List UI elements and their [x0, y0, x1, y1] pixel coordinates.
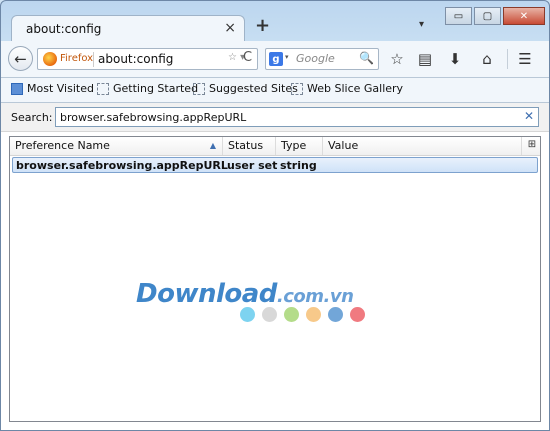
- column-header-type[interactable]: Type: [276, 137, 323, 155]
- search-label: Search:: [11, 111, 53, 124]
- config-search-row: Search: browser.safebrowsing.appRepURL ✕: [1, 103, 549, 132]
- bookmark-most-visited[interactable]: Most Visited: [11, 82, 94, 95]
- search-input[interactable]: Google: [296, 52, 335, 65]
- close-window-button[interactable]: ✕: [503, 7, 545, 25]
- watermark-dot: [240, 307, 255, 322]
- watermark-logo: Download.com.vn: [136, 279, 354, 309]
- clear-filter-icon[interactable]: ✕: [524, 109, 534, 123]
- url-bar[interactable]: Firefox about:config ☆ ▾ C: [37, 48, 258, 70]
- url-text[interactable]: about:config: [98, 52, 173, 66]
- about-config-page: Search: browser.safebrowsing.appRepURL ✕…: [1, 103, 549, 430]
- search-icon[interactable]: 🔍: [359, 51, 374, 65]
- google-engine-icon[interactable]: g: [269, 52, 283, 66]
- browser-window: about:config × + ▾ ▭ ▢ ✕ ← Firefox about…: [0, 0, 550, 431]
- toolbar-divider: [507, 49, 508, 69]
- bookmark-web-slice-gallery[interactable]: Web Slice Gallery: [291, 82, 403, 95]
- bookmark-label: Suggested Sites: [209, 82, 298, 95]
- filter-value[interactable]: browser.safebrowsing.appRepURL: [60, 111, 246, 124]
- column-header-status[interactable]: Status: [223, 137, 276, 155]
- watermark-dot: [350, 307, 365, 322]
- column-header-value[interactable]: Value: [323, 137, 522, 155]
- page-icon: [291, 82, 303, 95]
- watermark-dot: [262, 307, 277, 322]
- watermark-text: Download: [136, 279, 277, 309]
- cell-status: user set: [227, 159, 278, 172]
- column-label: Preference Name: [15, 139, 110, 152]
- reading-list-icon[interactable]: ▤: [415, 49, 435, 69]
- navigation-toolbar: ← Firefox about:config ☆ ▾ C g ▾ Google …: [1, 41, 549, 78]
- column-picker-icon[interactable]: ⊞: [526, 139, 538, 151]
- home-icon[interactable]: ⌂: [477, 49, 497, 69]
- tab-title: about:config: [26, 22, 102, 36]
- list-all-tabs-icon[interactable]: ▾: [419, 19, 424, 30]
- sort-ascending-icon: ▲: [209, 141, 216, 150]
- bookmark-suggested-sites[interactable]: Suggested Sites: [193, 82, 298, 95]
- maximize-button[interactable]: ▢: [474, 7, 501, 25]
- watermark-dot: [306, 307, 321, 322]
- column-header-preference-name[interactable]: Preference Name ▲: [10, 137, 223, 155]
- bookmark-label: Web Slice Gallery: [307, 82, 404, 95]
- new-tab-button[interactable]: +: [255, 15, 270, 36]
- bookmarks-toolbar: Most Visited Getting Started Suggested S…: [1, 78, 549, 103]
- back-button[interactable]: ←: [8, 46, 33, 71]
- window-controls: ▭ ▢ ✕: [445, 7, 545, 25]
- most-visited-icon: [11, 82, 23, 95]
- engine-dropdown-icon[interactable]: ▾: [285, 53, 289, 61]
- close-tab-icon[interactable]: ×: [224, 20, 236, 36]
- page-icon: [97, 82, 109, 95]
- bookmark-label: Getting Started: [113, 82, 199, 95]
- page-icon: [193, 82, 205, 95]
- downloads-icon[interactable]: ⬇: [445, 49, 465, 69]
- identity-label[interactable]: Firefox: [60, 53, 93, 64]
- cell-type: string: [280, 159, 317, 172]
- menu-icon[interactable]: ☰: [515, 49, 535, 69]
- tab-about-config[interactable]: about:config ×: [11, 15, 245, 42]
- search-bar[interactable]: g ▾ Google 🔍: [265, 48, 379, 70]
- watermark-dot: [328, 307, 343, 322]
- bookmark-getting-started[interactable]: Getting Started: [97, 82, 198, 95]
- watermark-domain: .com.vn: [276, 286, 354, 307]
- config-filter-input[interactable]: browser.safebrowsing.appRepURL ✕: [55, 107, 539, 127]
- url-divider: [93, 52, 94, 67]
- watermark-dots: [240, 307, 365, 322]
- tab-strip: about:config × + ▾ ▭ ▢ ✕: [1, 1, 549, 42]
- table-row[interactable]: browser.safebrowsing.appRepURL user set …: [12, 157, 538, 173]
- bookmark-label: Most Visited: [27, 82, 94, 95]
- table-header: Preference Name ▲ Status Type Value ⊞: [10, 137, 540, 156]
- reload-icon[interactable]: C: [243, 50, 252, 65]
- minimize-button[interactable]: ▭: [445, 7, 472, 25]
- cell-preference-name: browser.safebrowsing.appRepURL: [16, 159, 228, 172]
- firefox-icon: [43, 52, 57, 66]
- bookmark-star-icon[interactable]: ☆: [387, 49, 407, 69]
- watermark-dot: [284, 307, 299, 322]
